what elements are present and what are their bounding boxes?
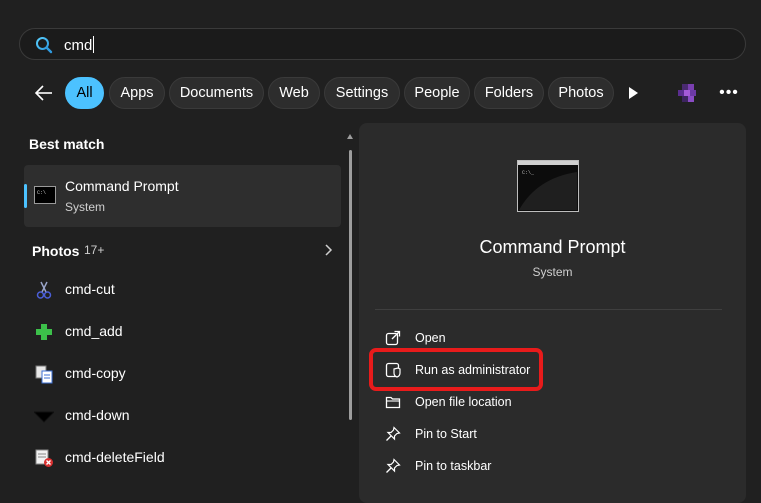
tab-people[interactable]: People bbox=[404, 77, 470, 109]
scroll-up-icon[interactable] bbox=[346, 133, 354, 141]
photos-heading[interactable]: Photos bbox=[32, 243, 79, 259]
best-match-title: Command Prompt bbox=[65, 178, 179, 194]
down-arrow-icon bbox=[34, 411, 54, 423]
svg-text:C:\: C:\ bbox=[37, 190, 46, 196]
scrollbar-thumb[interactable] bbox=[349, 150, 352, 420]
list-item-cmd-deletefield[interactable]: cmd-deleteField bbox=[24, 438, 341, 478]
pin-icon bbox=[386, 426, 401, 441]
text-caret bbox=[93, 36, 95, 53]
folder-icon bbox=[385, 396, 401, 409]
action-open[interactable]: Open bbox=[375, 324, 725, 354]
play-icon[interactable] bbox=[626, 85, 640, 101]
more-options-button[interactable]: ••• bbox=[718, 80, 740, 106]
search-icon bbox=[36, 37, 53, 54]
list-item-cmd-cut[interactable]: cmd-cut bbox=[24, 270, 341, 310]
terminal-icon: C:\_ bbox=[517, 160, 579, 212]
action-label: Pin to taskbar bbox=[415, 459, 492, 473]
tab-apps[interactable]: Apps bbox=[109, 77, 165, 109]
action-label: Open file location bbox=[415, 395, 512, 409]
search-input[interactable]: cmd bbox=[64, 36, 95, 54]
photos-count: 17+ bbox=[84, 243, 105, 257]
action-label: Pin to Start bbox=[415, 427, 477, 441]
tab-settings[interactable]: Settings bbox=[324, 77, 400, 109]
pin-icon bbox=[386, 458, 401, 473]
plus-icon bbox=[36, 324, 52, 340]
list-item-cmd-copy[interactable]: cmd-copy bbox=[24, 354, 341, 394]
scissors-icon bbox=[36, 281, 52, 299]
divider bbox=[375, 309, 722, 310]
list-item-cmd-add[interactable]: cmd_add bbox=[24, 312, 341, 352]
action-pin-to-start[interactable]: Pin to Start bbox=[375, 420, 725, 450]
tab-web[interactable]: Web bbox=[268, 77, 320, 109]
tab-documents[interactable]: Documents bbox=[169, 77, 264, 109]
best-match-subtitle: System bbox=[65, 200, 106, 214]
terminal-icon: C:\ bbox=[34, 186, 56, 204]
avatar[interactable] bbox=[678, 82, 700, 104]
list-item-label: cmd-deleteField bbox=[65, 449, 165, 465]
search-box[interactable]: cmd bbox=[19, 28, 746, 60]
tab-photos[interactable]: Photos bbox=[548, 77, 614, 109]
list-item-cmd-down[interactable]: cmd-down bbox=[24, 396, 341, 436]
details-title: Command Prompt bbox=[479, 237, 626, 257]
svg-text:C:\_: C:\_ bbox=[522, 170, 535, 176]
open-external-icon bbox=[385, 330, 401, 346]
best-match-heading: Best match bbox=[29, 136, 105, 152]
list-item-label: cmd-copy bbox=[65, 365, 126, 381]
best-match-item[interactable]: C:\ Command Prompt System bbox=[24, 165, 341, 227]
copy-icon bbox=[35, 365, 53, 384]
action-pin-to-taskbar[interactable]: Pin to taskbar bbox=[375, 452, 725, 482]
back-arrow-icon[interactable] bbox=[31, 80, 57, 106]
delete-field-icon bbox=[35, 449, 53, 467]
search-input-value: cmd bbox=[64, 37, 93, 54]
action-label: Open bbox=[415, 331, 446, 345]
details-subtitle: System bbox=[532, 265, 573, 279]
list-item-label: cmd-down bbox=[65, 407, 130, 423]
action-open-file-location[interactable]: Open file location bbox=[375, 388, 725, 418]
action-label: Run as administrator bbox=[415, 363, 531, 377]
selection-indicator bbox=[24, 184, 27, 208]
list-item-label: cmd-cut bbox=[65, 281, 115, 297]
tab-folders[interactable]: Folders bbox=[474, 77, 544, 109]
shield-icon bbox=[385, 362, 401, 378]
chevron-right-icon[interactable] bbox=[322, 242, 334, 258]
tab-all[interactable]: All bbox=[65, 77, 104, 109]
list-item-label: cmd_add bbox=[65, 323, 123, 339]
action-run-as-administrator[interactable]: Run as administrator bbox=[375, 356, 725, 386]
details-pane: C:\_ Command Prompt System Open Run as a… bbox=[359, 123, 746, 503]
